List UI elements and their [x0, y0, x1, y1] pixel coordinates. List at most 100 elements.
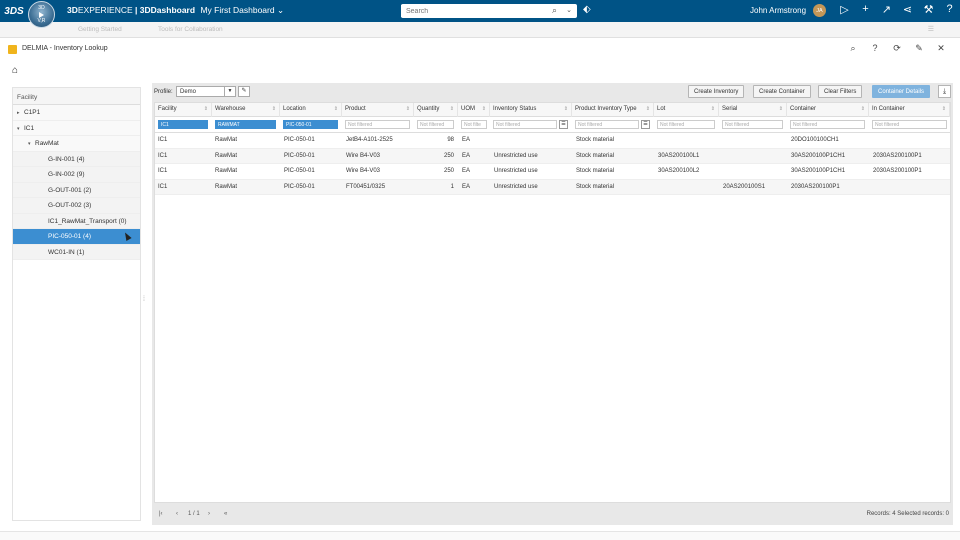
sort-icon[interactable]: ⇕ — [406, 106, 410, 112]
filter-menu-icon[interactable]: ☰ — [641, 120, 650, 129]
create-container-button[interactable]: Create Container — [753, 85, 811, 98]
filter-input[interactable]: Not filtered — [417, 120, 454, 129]
home-icon[interactable]: ⌂ — [12, 65, 18, 76]
add-icon[interactable]: + — [855, 3, 876, 16]
next-page-icon[interactable]: › — [208, 511, 210, 517]
tree-item-location[interactable]: G-OUT-002 (3) — [13, 198, 140, 214]
tree-item-location[interactable]: WC01-IN (1) — [13, 244, 140, 260]
column-header[interactable]: Lot ⇕ — [654, 103, 719, 117]
filter-input[interactable]: Not filtered — [722, 120, 783, 129]
filter-menu-icon[interactable]: ☰ — [559, 120, 568, 129]
last-page-icon[interactable]: « — [224, 511, 227, 517]
tree-item-label: G-OUT-001 (2) — [48, 186, 92, 194]
edit-profile-button[interactable]: ✎ — [238, 86, 250, 97]
sort-icon[interactable]: ⇕ — [564, 106, 568, 112]
tree-item-rawmat[interactable]: ▾ RawMat — [13, 136, 140, 152]
tree-item-location[interactable]: IC1_RawMat_Transport (0) — [13, 213, 140, 229]
panel-splitter-handle[interactable]: ⁞ — [143, 296, 145, 303]
caret-right-icon[interactable]: ▸ — [17, 110, 24, 116]
sort-icon[interactable]: ⇕ — [861, 106, 865, 112]
brand-dashboard: | 3DDashboard — [135, 5, 196, 15]
help-icon[interactable]: ? — [864, 43, 886, 54]
column-header[interactable]: Warehouse ⇕ — [212, 103, 280, 117]
download-icon: ⤓ — [942, 88, 947, 95]
network-icon[interactable]: ⋖ — [897, 3, 918, 16]
filter-input[interactable]: Not filtered — [872, 120, 947, 129]
tree-item-c1p1[interactable]: ▸ C1P1 — [13, 105, 140, 121]
column-header[interactable]: Inventory Status ⇕ — [490, 103, 572, 117]
column-header[interactable]: UOM ⇕ — [458, 103, 490, 117]
message-icon[interactable]: ▷ — [834, 3, 855, 16]
tools-icon[interactable]: ⚒ — [918, 3, 939, 16]
table-row[interactable]: IC1 RawMat PIC-050-01 Wire B4-V03 250 EA… — [155, 164, 950, 180]
tree-item-location[interactable]: G-IN-001 (4) — [13, 151, 140, 167]
sort-icon[interactable]: ⇕ — [942, 106, 946, 112]
user-name[interactable]: John Armstrong — [750, 6, 806, 15]
clear-filters-button[interactable]: Clear Filters — [818, 85, 863, 98]
filter-input[interactable]: Not filtered — [575, 120, 639, 129]
table-row[interactable]: IC1 RawMat PIC-050-01 FT00451/0325 1 EA … — [155, 179, 950, 195]
page-info: 1 / 1 — [188, 511, 200, 517]
column-header[interactable]: Product Inventory Type ⇕ — [572, 103, 654, 117]
sort-icon[interactable]: ⇕ — [711, 106, 715, 112]
column-header[interactable]: Container ⇕ — [787, 103, 869, 117]
pin-icon[interactable]: ✎ — [908, 43, 930, 54]
first-page-icon[interactable]: |‹ — [159, 511, 163, 517]
filter-input[interactable]: RAWMAT — [215, 120, 276, 129]
share-icon[interactable]: ↗ — [876, 3, 897, 16]
refresh-icon[interactable]: ⟳ — [886, 43, 908, 54]
column-header[interactable]: Product ⇕ — [342, 103, 414, 117]
filter-input[interactable]: Not filte — [461, 120, 487, 129]
sort-icon[interactable]: ⇕ — [450, 106, 454, 112]
search-dropdown-icon[interactable]: ⌄ — [566, 6, 572, 14]
container-details-button[interactable]: Container Details — [872, 85, 931, 98]
ds-logo[interactable]: 3DS — [0, 6, 28, 17]
sort-icon[interactable]: ⇕ — [272, 106, 276, 112]
filter-input[interactable]: Not filtered — [493, 120, 557, 129]
tree-item-location[interactable]: G-IN-002 (9) — [13, 167, 140, 183]
prev-page-icon[interactable]: ‹ — [176, 511, 178, 517]
sort-icon[interactable]: ⇕ — [204, 106, 208, 112]
tree-item-location[interactable]: G-OUT-001 (2) — [13, 182, 140, 198]
sort-icon[interactable]: ⇕ — [779, 106, 783, 112]
tree-item-location-selected[interactable]: PIC-050-01 (4) — [13, 229, 140, 245]
column-title: Warehouse — [215, 106, 246, 112]
avatar[interactable]: JA — [813, 4, 826, 17]
create-inventory-button[interactable]: Create Inventory — [688, 85, 745, 98]
caret-down-icon[interactable]: ▾ — [17, 126, 24, 132]
column-header[interactable]: Quantity ⇕ — [414, 103, 458, 117]
column-header[interactable]: Location ⇕ — [280, 103, 342, 117]
dropdown-arrow-icon[interactable]: ▼ — [224, 87, 235, 96]
search-icon[interactable]: ⌕ — [842, 43, 864, 54]
column-title: UOM — [461, 106, 475, 112]
column-header[interactable]: In Container ⇕ — [869, 103, 950, 117]
column-header[interactable]: Facility ⇕ — [155, 103, 212, 117]
dashboard-selector[interactable]: My First Dashboard ⌄ — [200, 5, 284, 15]
sort-icon[interactable]: ⇕ — [482, 106, 486, 112]
tab-getting-started[interactable]: Getting Started — [78, 26, 122, 33]
help-icon[interactable]: ? — [939, 3, 960, 16]
tag-icon[interactable]: ⬖ — [583, 4, 591, 15]
filter-input[interactable]: Not filtered — [345, 120, 410, 129]
table-row[interactable]: IC1 RawMat PIC-050-01 JetB4-A101-2525 98… — [155, 133, 950, 149]
close-icon[interactable]: ✕ — [930, 43, 952, 54]
sort-icon[interactable]: ⇕ — [646, 106, 650, 112]
tree-item-ic1[interactable]: ▾ IC1 — [13, 120, 140, 136]
cell-container: 30AS200100P1CH1 — [791, 168, 846, 174]
compass-widget[interactable]: 3D V,R — [28, 1, 55, 28]
sort-icon[interactable]: ⇕ — [334, 106, 338, 112]
tab-tools[interactable]: Tools for Collaboration — [158, 26, 223, 33]
filter-input[interactable]: PIC-050-01 — [283, 120, 338, 129]
search-icon[interactable]: ⌕ — [552, 5, 557, 16]
filter-input[interactable]: Not filtered — [790, 120, 865, 129]
filter-input[interactable]: IC1 — [158, 120, 208, 129]
search-input[interactable] — [401, 5, 541, 17]
download-button[interactable]: ⤓ — [938, 85, 951, 98]
table-row[interactable]: IC1 RawMat PIC-050-01 Wire B4-V03 250 EA… — [155, 148, 950, 164]
tab-bar-menu-icon[interactable]: ☰ — [928, 25, 934, 33]
filter-input[interactable]: Not filtered — [657, 120, 715, 129]
column-header[interactable]: Serial ⇕ — [719, 103, 787, 117]
caret-down-icon[interactable]: ▾ — [28, 141, 35, 147]
cell-warehouse: RawMat — [215, 137, 238, 143]
profile-select[interactable]: Demo ▼ — [176, 86, 236, 97]
